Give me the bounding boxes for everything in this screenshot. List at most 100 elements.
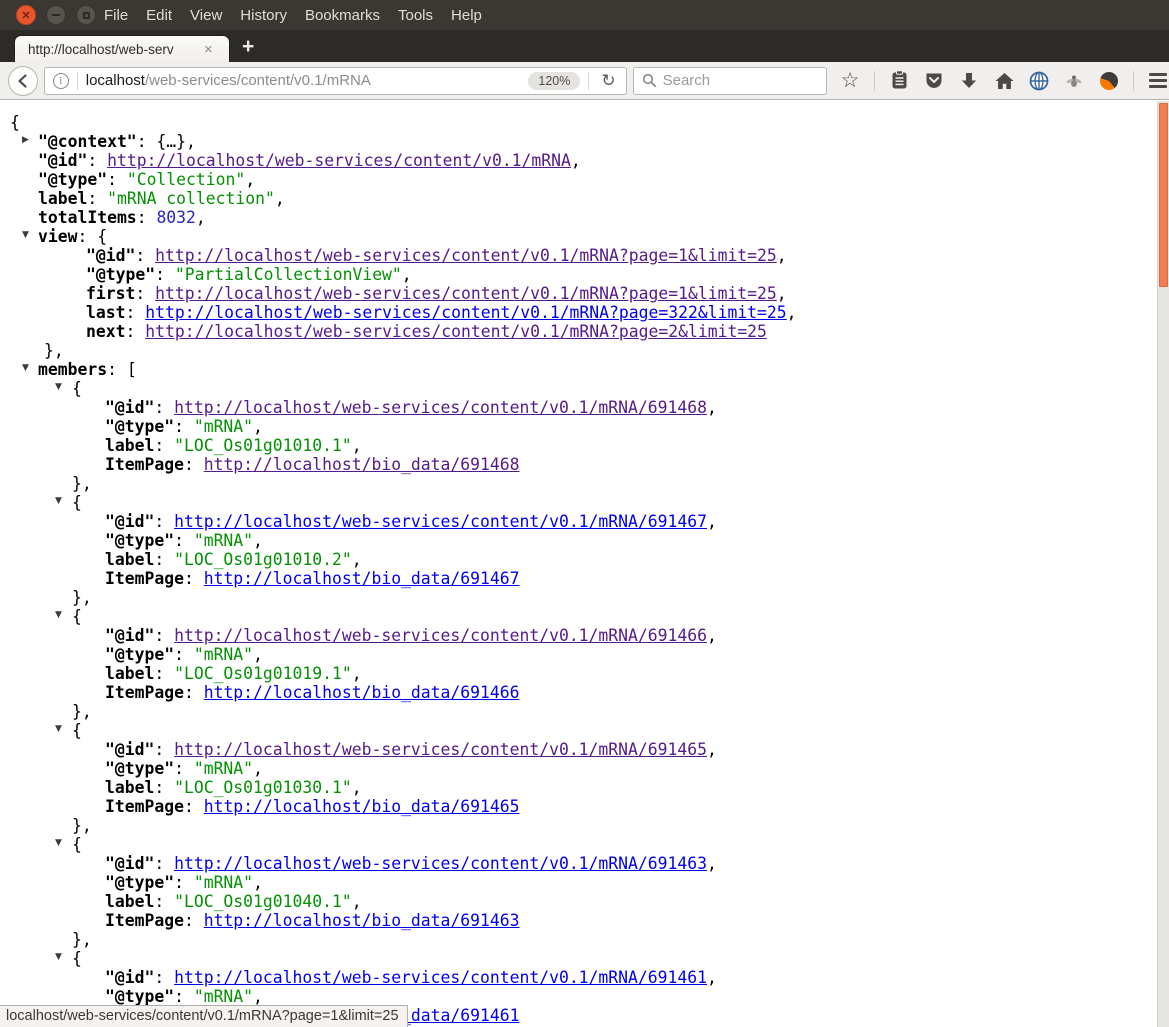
json-line: ▼{ (0, 835, 1157, 854)
json-text: }, (72, 930, 92, 949)
json-link[interactable]: http://localhost/bio_data/691467 (204, 569, 520, 588)
json-link[interactable]: http://localhost/bio_data/691465 (204, 797, 520, 816)
window-minimize-button[interactable] (46, 5, 66, 25)
json-text: "@id" (38, 151, 87, 170)
collapse-toggle-icon[interactable]: ▼ (55, 839, 62, 848)
json-text: "LOC_Os01g01040.1" (174, 892, 352, 911)
json-text: , (253, 417, 263, 436)
json-link[interactable]: http://localhost/web-services/content/v0… (145, 303, 786, 322)
url-path: /web-services/content/v0.1/mRNA (145, 72, 371, 89)
json-text: "@id" (105, 626, 154, 645)
download-icon[interactable] (958, 70, 980, 92)
bookmark-star-icon[interactable]: ☆ (839, 70, 861, 92)
toolbar-separator (874, 71, 875, 91)
scrollbar-thumb[interactable] (1159, 103, 1168, 287)
fly-icon[interactable] (1063, 70, 1085, 92)
json-link[interactable]: http://localhost/bio_data/691468 (204, 455, 520, 474)
json-text: "@type" (105, 531, 174, 550)
json-text: : (154, 436, 174, 455)
scrollbar-track[interactable] (1157, 101, 1169, 1027)
globe-icon[interactable] (1028, 70, 1050, 92)
collapse-toggle-icon[interactable]: ▼ (55, 611, 62, 620)
json-text: : (184, 455, 204, 474)
json-line: ▶"@context": {…}, (0, 132, 1157, 151)
json-line: "@type": "mRNA", (0, 645, 1157, 664)
json-link[interactable]: http://localhost/web-services/content/v0… (174, 968, 707, 987)
json-text: : (154, 398, 174, 417)
expand-toggle-icon[interactable]: ▶ (22, 136, 29, 145)
title-bar: ✕ File Edit View History Bookmarks Tools Help (0, 0, 1169, 30)
json-text: "LOC_Os01g01010.2" (174, 550, 352, 569)
collapse-toggle-icon[interactable]: ▼ (55, 497, 62, 506)
collapse-toggle-icon[interactable]: ▼ (55, 953, 62, 962)
menu-item-view[interactable]: View (190, 7, 222, 24)
json-line: }, (0, 702, 1157, 721)
json-text: members (38, 360, 107, 379)
clipboard-list-icon[interactable] (888, 70, 910, 92)
new-tab-button[interactable]: + (230, 32, 266, 62)
firefox-window: { "window": { "menu_items": ["File", "Ed… (0, 0, 1169, 1027)
search-input[interactable] (663, 72, 803, 89)
json-link[interactable]: http://localhost/web-services/content/v0… (155, 246, 777, 265)
json-link[interactable]: http://localhost/bio_data/691466 (204, 683, 520, 702)
json-text: "LOC_Os01g01010.1" (174, 436, 352, 455)
json-text: , (787, 303, 797, 322)
menu-item-bookmarks[interactable]: Bookmarks (305, 7, 380, 24)
collapse-toggle-icon[interactable]: ▼ (22, 231, 29, 240)
collapse-toggle-icon[interactable]: ▼ (22, 364, 29, 373)
json-link[interactable]: http://localhost/web-services/content/v0… (174, 512, 707, 531)
json-link[interactable]: http://localhost/web-services/content/v0… (174, 626, 707, 645)
zoom-level-badge[interactable]: 120% (528, 72, 580, 90)
json-link[interactable]: http://localhost/web-services/content/v0… (174, 740, 707, 759)
tab-close-icon[interactable]: × (204, 41, 213, 58)
json-text: , (352, 436, 362, 455)
url-text[interactable]: localhost/web-services/content/v0.1/mRNA (86, 72, 529, 89)
json-text: , (707, 626, 717, 645)
json-text: "@type" (86, 265, 155, 284)
url-bar[interactable]: i localhost/web-services/content/v0.1/mR… (44, 67, 627, 95)
json-text: "@id" (105, 512, 154, 531)
json-link[interactable]: http://localhost/web-services/content/v0… (107, 151, 571, 170)
json-link[interactable]: http://localhost/web-services/content/v0… (174, 854, 707, 873)
json-text: , (352, 778, 362, 797)
json-text: : (154, 854, 174, 873)
home-icon[interactable] (993, 70, 1015, 92)
json-text: : (125, 322, 145, 341)
json-line: label: "mRNA collection", (0, 189, 1157, 208)
json-text: ItemPage (105, 911, 184, 930)
menu-item-help[interactable]: Help (451, 7, 482, 24)
json-text: , (253, 531, 263, 550)
json-text: "LOC_Os01g01030.1" (174, 778, 352, 797)
json-link[interactable]: http://localhost/web-services/content/v0… (155, 284, 777, 303)
json-link[interactable]: http://localhost/web-services/content/v0… (145, 322, 767, 341)
json-line: }, (0, 474, 1157, 493)
json-text: "@id" (86, 246, 135, 265)
minimize-icon (52, 14, 60, 16)
json-line: }, (0, 930, 1157, 949)
window-close-button[interactable]: ✕ (16, 5, 36, 25)
json-text: "mRNA" (194, 645, 253, 664)
pocket-icon[interactable] (923, 70, 945, 92)
window-maximize-button[interactable] (76, 5, 96, 25)
menu-item-history[interactable]: History (240, 7, 287, 24)
collapse-toggle-icon[interactable]: ▼ (55, 383, 62, 392)
menu-hamburger-button[interactable] (1147, 70, 1169, 92)
json-line: label: "LOC_Os01g01019.1", (0, 664, 1157, 683)
reload-button[interactable]: ↻ (597, 72, 619, 89)
menu-item-edit[interactable]: Edit (146, 7, 172, 24)
collapse-toggle-icon[interactable]: ▼ (55, 725, 62, 734)
json-line: "@type": "Collection", (0, 170, 1157, 189)
toolbar-separator2 (1133, 71, 1134, 91)
extension-badge-icon[interactable] (1098, 70, 1120, 92)
json-text: , (196, 208, 206, 227)
menu-item-tools[interactable]: Tools (398, 7, 433, 24)
json-link[interactable]: http://localhost/bio_data/691463 (204, 911, 520, 930)
json-text: "mRNA" (194, 417, 253, 436)
info-icon[interactable]: i (53, 73, 69, 89)
search-box[interactable] (633, 67, 827, 95)
back-button[interactable] (8, 66, 38, 96)
json-text: : (184, 797, 204, 816)
json-link[interactable]: http://localhost/web-services/content/v0… (174, 398, 707, 417)
menu-item-file[interactable]: File (104, 7, 128, 24)
tab-active[interactable]: http://localhost/web-serv × (14, 35, 230, 62)
